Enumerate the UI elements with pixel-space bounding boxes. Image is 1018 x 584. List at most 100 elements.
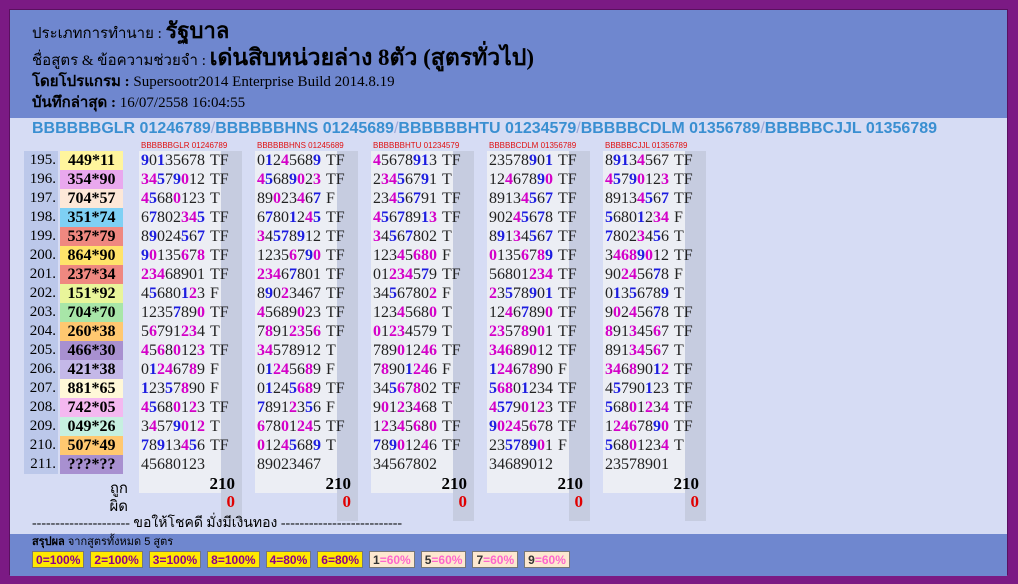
hit-flag: TF <box>326 380 345 397</box>
digit: 0 <box>645 361 653 378</box>
digit: 9 <box>521 456 529 473</box>
digit: 9 <box>429 266 437 283</box>
digit-badge: 8=100% <box>207 551 260 568</box>
digit: 8 <box>629 247 637 264</box>
digit: 3 <box>289 285 297 302</box>
digit: 2 <box>429 456 437 473</box>
digit: 8 <box>521 323 529 340</box>
digit: 7 <box>397 152 405 169</box>
hit-flag: T <box>210 190 220 207</box>
digit: 1 <box>313 266 321 283</box>
saved-value: 16/07/2558 16:04:55 <box>119 95 246 111</box>
digit: 0 <box>513 266 521 283</box>
digit: 1 <box>281 323 289 340</box>
digit: 7 <box>313 190 321 207</box>
digit: 8 <box>281 304 289 321</box>
digit: 1 <box>529 399 537 416</box>
digit: 7 <box>645 285 653 302</box>
digit: 5 <box>273 228 281 245</box>
digit: 3 <box>621 285 629 302</box>
digit: 4 <box>257 304 265 321</box>
digit: 8 <box>621 399 629 416</box>
digit: 3 <box>397 266 405 283</box>
digit: 8 <box>413 285 421 302</box>
digit: 7 <box>173 380 181 397</box>
digit: 9 <box>629 171 637 188</box>
correct-count: 210 <box>325 474 352 493</box>
digit: 5 <box>405 247 413 264</box>
digit: 4 <box>413 399 421 416</box>
digit: 1 <box>265 380 273 397</box>
digit: 1 <box>381 323 389 340</box>
digit: 9 <box>613 323 621 340</box>
digit: 2 <box>429 380 437 397</box>
digit: 5 <box>289 437 297 454</box>
prediction-cell: 89134567 TF <box>605 151 693 170</box>
digit: 7 <box>537 418 545 435</box>
digit: 0 <box>173 399 181 416</box>
digit: 1 <box>141 380 149 397</box>
digit: 8 <box>513 456 521 473</box>
digit: 4 <box>389 190 397 207</box>
digit: 1 <box>181 456 189 473</box>
digit: 7 <box>653 304 661 321</box>
digit: 6 <box>289 247 297 264</box>
digit: 2 <box>189 285 197 302</box>
digit: 8 <box>281 171 289 188</box>
digit: 7 <box>257 399 265 416</box>
digit: 6 <box>537 190 545 207</box>
prediction-cell: 23467801 TF <box>257 265 345 284</box>
digit: 3 <box>397 323 405 340</box>
digit: 7 <box>521 304 529 321</box>
digit: 3 <box>637 228 645 245</box>
prediction-cell: 89134567 TF <box>489 227 577 246</box>
hit-flag: TF <box>558 399 577 416</box>
hit-flag: TF <box>558 152 577 169</box>
digit: 1 <box>373 304 381 321</box>
draw-result: 449*11 <box>60 151 123 170</box>
digit: 1 <box>637 399 645 416</box>
digit: 9 <box>149 228 157 245</box>
digit: 6 <box>513 171 521 188</box>
hit-flag: TF <box>210 342 229 359</box>
hit-flag: TF <box>442 190 461 207</box>
digit: 7 <box>605 228 613 245</box>
digit: 2 <box>141 266 149 283</box>
digit: 7 <box>181 361 189 378</box>
digit: 0 <box>273 456 281 473</box>
digit: 8 <box>505 380 513 397</box>
digit: 1 <box>637 437 645 454</box>
hit-flag: T <box>326 342 336 359</box>
row-index: 200. <box>24 246 58 265</box>
digit-badge: 6=80% <box>317 551 363 568</box>
badge-percent: =100% <box>159 553 198 567</box>
digit: 2 <box>397 399 405 416</box>
digit: 9 <box>297 228 305 245</box>
digit-badge: 9=60% <box>524 551 570 568</box>
digit: 1 <box>537 342 545 359</box>
digit: 3 <box>653 399 661 416</box>
digit: 6 <box>405 171 413 188</box>
digit: 0 <box>173 190 181 207</box>
digit: 7 <box>521 361 529 378</box>
digit: 4 <box>297 190 305 207</box>
digit: 4 <box>421 342 429 359</box>
digit: 2 <box>173 209 181 226</box>
digit: 2 <box>297 418 305 435</box>
prediction-cell: 34578912 T <box>257 341 336 360</box>
digit: 3 <box>297 399 305 416</box>
digit: 0 <box>273 190 281 207</box>
draw-result: 049*26 <box>60 417 123 436</box>
digit: 4 <box>381 228 389 245</box>
digit: 2 <box>281 456 289 473</box>
hit-flag: T <box>210 323 220 340</box>
digit: 1 <box>265 361 273 378</box>
digit: 2 <box>645 209 653 226</box>
digit: 0 <box>273 285 281 302</box>
correct-count: 210 <box>209 474 236 493</box>
hit-flag: F <box>210 285 219 302</box>
digit: 1 <box>305 342 313 359</box>
digit: 7 <box>141 437 149 454</box>
digit: 3 <box>197 399 205 416</box>
digit: 0 <box>297 171 305 188</box>
